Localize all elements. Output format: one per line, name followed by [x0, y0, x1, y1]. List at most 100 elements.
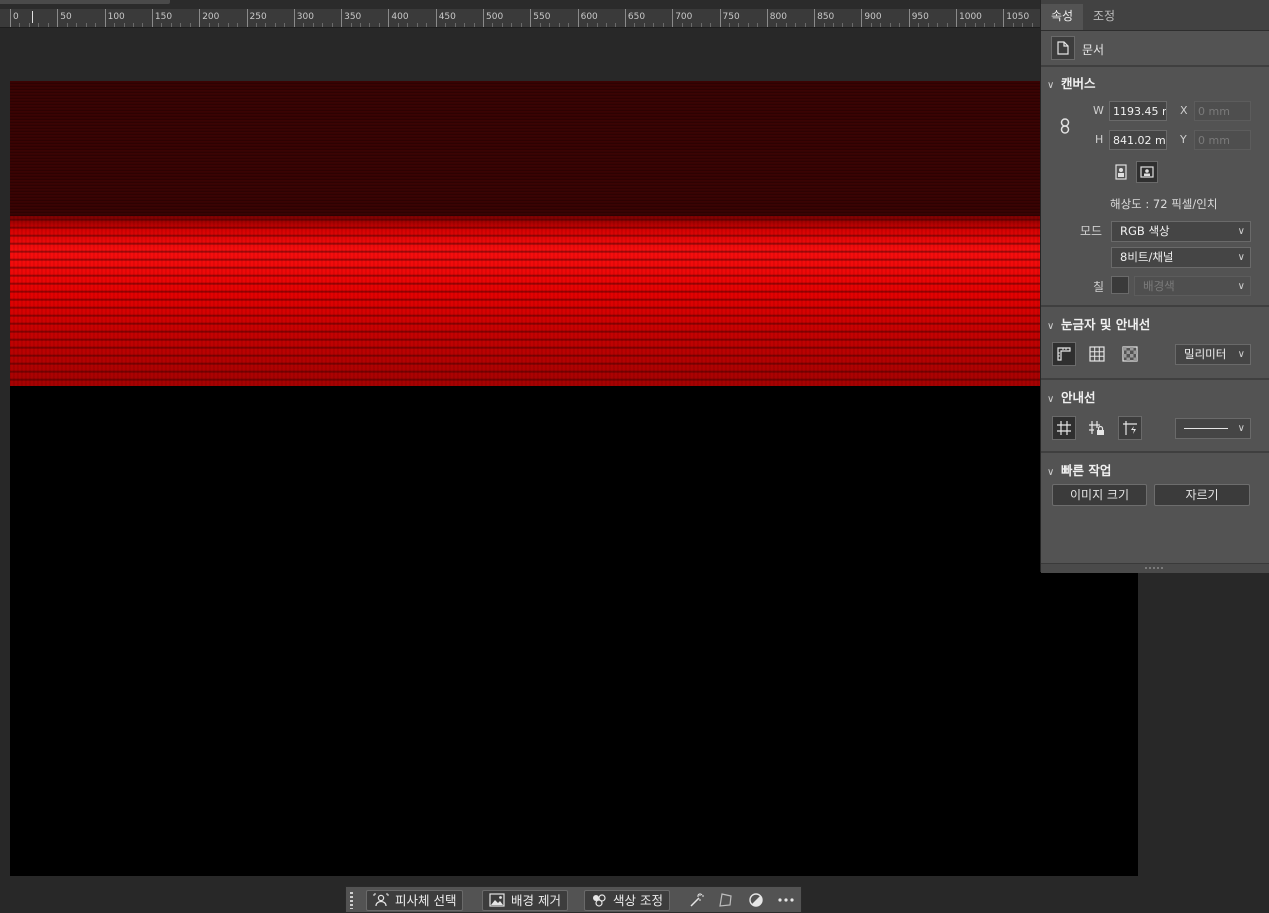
panel-resize-handle[interactable]: [1041, 563, 1269, 573]
lock-guides-icon[interactable]: [1085, 416, 1109, 440]
ruler-major-tick: [104, 9, 106, 27]
show-guides-icon[interactable]: [1052, 416, 1076, 440]
ruler-tick-label: 100: [107, 12, 125, 22]
document-canvas[interactable]: [10, 81, 1138, 876]
canvas-section-title: 캔버스: [1061, 76, 1096, 91]
grip-icon: [1145, 567, 1165, 569]
ruler-major-tick: [908, 9, 910, 27]
ruler-major-tick: [199, 9, 201, 27]
magic-wand-icon[interactable]: [688, 891, 706, 909]
canvas-section-header[interactable]: ∨ 캔버스: [1047, 73, 1096, 92]
ruler-minor-tick: [558, 23, 560, 27]
ruler-major-tick: [719, 9, 721, 27]
ruler-minor-tick: [426, 23, 428, 27]
ruler-tick-label: 0: [13, 12, 19, 22]
ruler-minor-tick: [227, 23, 229, 27]
dark-red-noise-band: [10, 81, 1138, 216]
tab-adjustments[interactable]: 조정: [1083, 4, 1125, 30]
image-icon: [489, 893, 505, 912]
guides-section-header[interactable]: ∨ 안내선: [1047, 387, 1096, 406]
ruler-tick-label: 750: [722, 12, 740, 22]
fill-value: 배경색: [1143, 279, 1175, 293]
smart-guides-icon[interactable]: [1118, 416, 1142, 440]
image-size-button[interactable]: 이미지 크기: [1052, 484, 1147, 506]
color-adjust-label: 색상 조정: [613, 893, 663, 908]
ruler-minor-tick: [568, 23, 570, 27]
ruler-cursor-marker: [32, 11, 33, 23]
fill-color-swatch[interactable]: [1111, 276, 1129, 294]
crop-button[interactable]: 자르기: [1154, 484, 1250, 506]
ruler-minor-tick: [114, 23, 116, 27]
ruler-tick-label: 900: [864, 12, 882, 22]
color-mode-select[interactable]: RGB 색상 ∨: [1111, 221, 1251, 242]
tab-properties[interactable]: 속성: [1041, 4, 1084, 30]
chevron-down-icon: ∨: [1237, 281, 1245, 292]
select-subject-label: 피사체 선택: [395, 893, 457, 908]
portrait-orientation-icon[interactable]: [1110, 161, 1132, 183]
ruler-major-tick: [672, 9, 674, 27]
quick-actions-header[interactable]: ∨ 빠른 작업: [1047, 460, 1111, 479]
bit-depth-select[interactable]: 8비트/채널 ∨: [1111, 247, 1251, 268]
ruler-minor-tick: [170, 23, 172, 27]
remove-background-button[interactable]: 배경 제거: [482, 890, 568, 911]
person-select-icon: [373, 893, 389, 912]
rulers-section-header[interactable]: ∨ 눈금자 및 안내선: [1047, 314, 1150, 333]
more-options-icon[interactable]: [777, 891, 795, 909]
ruler-major-tick: [577, 9, 579, 27]
drag-handle-icon[interactable]: [350, 892, 353, 909]
ruler-major-tick: [57, 9, 59, 27]
ruler-minor-tick: [76, 23, 78, 27]
ruler-major-tick: [624, 9, 626, 27]
transform-icon[interactable]: [717, 891, 735, 909]
ruler-minor-tick: [681, 23, 683, 27]
document-tab[interactable]: [0, 0, 170, 4]
adjust-icon: [591, 893, 607, 912]
color-adjust-button[interactable]: 색상 조정: [584, 890, 670, 911]
y-field[interactable]: 0 mm: [1194, 130, 1251, 150]
landscape-orientation-icon[interactable]: [1136, 161, 1158, 183]
ruler-minor-tick: [691, 23, 693, 27]
ruler-minor-tick: [927, 23, 929, 27]
ruler-minor-tick: [549, 23, 551, 27]
divider: [1041, 451, 1269, 453]
ruler-minor-tick: [918, 23, 920, 27]
ruler-minor-tick: [710, 23, 712, 27]
ruler-minor-tick: [539, 23, 541, 27]
select-subject-button[interactable]: 피사체 선택: [366, 890, 464, 912]
x-field[interactable]: 0 mm: [1194, 101, 1251, 121]
ruler-minor-tick: [265, 23, 267, 27]
ruler-minor-tick: [653, 23, 655, 27]
transparency-grid-icon[interactable]: [1118, 342, 1142, 366]
link-icon[interactable]: [1053, 114, 1077, 138]
ruler-minor-tick: [492, 23, 494, 27]
width-field[interactable]: 1193.45 mm: [1109, 101, 1167, 121]
x-label: X: [1180, 104, 1188, 117]
ruler-minor-tick: [218, 23, 220, 27]
ruler-minor-tick: [237, 23, 239, 27]
height-field[interactable]: 841.02 mm: [1109, 130, 1167, 150]
ruler-minor-tick: [511, 23, 513, 27]
ruler-minor-tick: [965, 23, 967, 27]
panel-tab-bar: 속성 조정: [1041, 0, 1269, 31]
guide-line-style-select[interactable]: ∨: [1175, 418, 1251, 439]
y-label: Y: [1180, 133, 1187, 146]
ruler-minor-tick: [416, 23, 418, 27]
horizontal-ruler[interactable]: 0 50 100 150 200 250 300 350 400 450 500 550 600 650 7…: [0, 9, 1040, 28]
ruler-minor-tick: [823, 23, 825, 27]
ruler-major-tick: [1003, 9, 1005, 27]
ruler-minor-tick: [208, 23, 210, 27]
fill-select[interactable]: 배경색 ∨: [1134, 276, 1251, 296]
ruler-tick-label: 950: [911, 12, 929, 22]
ruler-minor-tick: [407, 23, 409, 27]
ruler-major-tick: [341, 9, 343, 27]
ruler-tick-label: 200: [202, 12, 220, 22]
ruler-toggle-icon[interactable]: [1052, 342, 1076, 366]
ruler-minor-tick: [464, 23, 466, 27]
resolution-text: 해상도 : 72 픽셀/인치: [1110, 197, 1218, 211]
ruler-major-tick: [10, 9, 11, 27]
ruler-minor-tick: [870, 23, 872, 27]
ruler-unit-select[interactable]: 밀리미터 ∨: [1175, 344, 1251, 365]
ruler-minor-tick: [634, 23, 636, 27]
grid-icon[interactable]: [1085, 342, 1109, 366]
contrast-icon[interactable]: [747, 891, 765, 909]
